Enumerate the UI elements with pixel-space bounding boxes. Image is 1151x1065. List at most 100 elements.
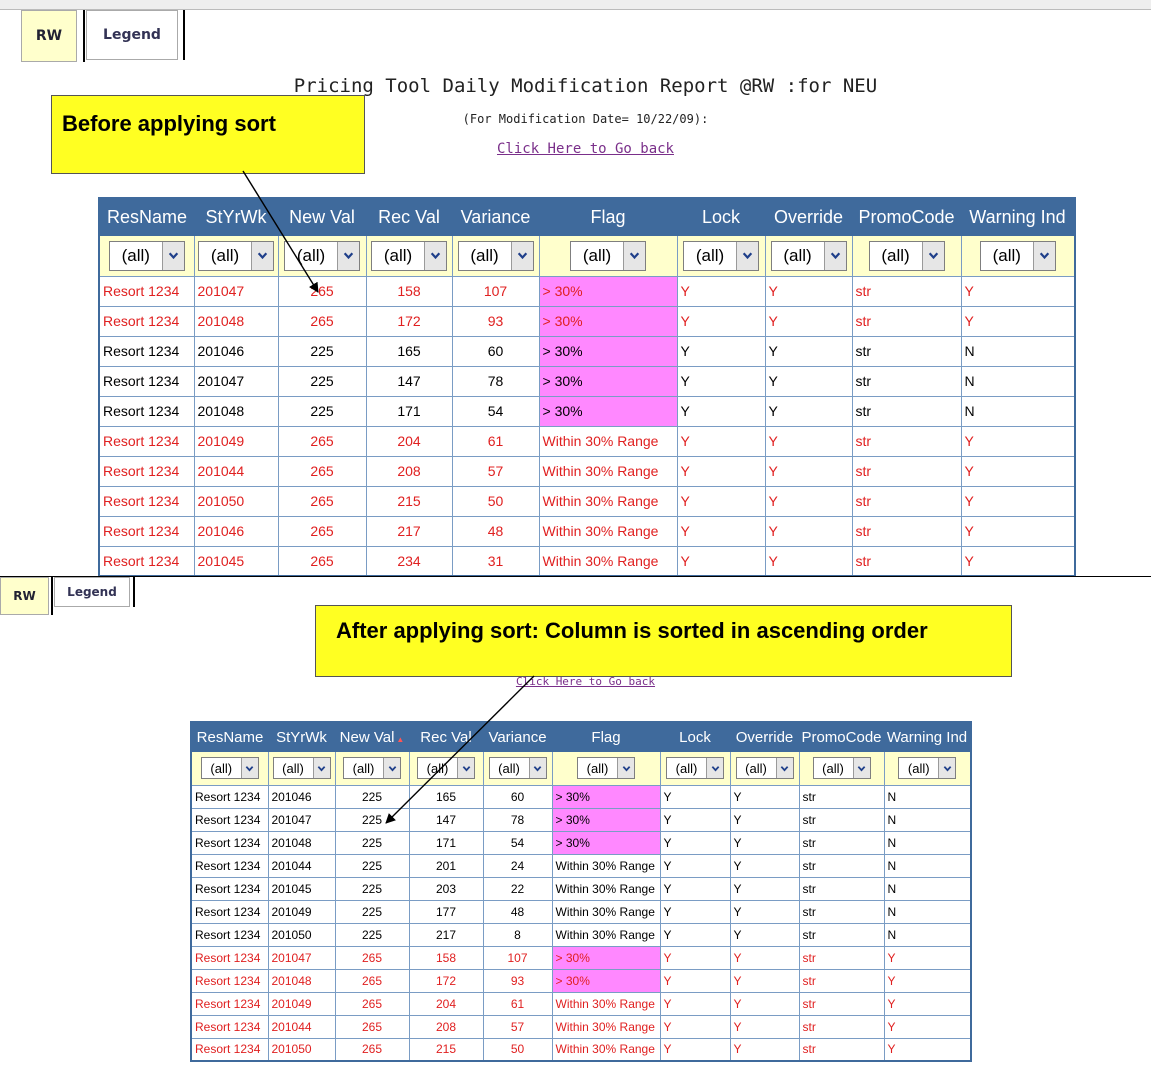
chevron-down-icon[interactable] bbox=[938, 758, 956, 779]
cell-lock: Y bbox=[659, 991, 731, 1016]
filter-select-resname[interactable]: (all) bbox=[108, 240, 185, 271]
cell-override: Y bbox=[729, 807, 800, 832]
column-header-flag[interactable]: Flag bbox=[552, 722, 660, 752]
table-row: Resort 1234 201049 225 177 48 Within 30% Rang… bbox=[190, 899, 972, 924]
chevron-down-icon[interactable] bbox=[240, 758, 258, 779]
chevron-down-icon[interactable] bbox=[312, 758, 330, 779]
cell-variance: 24 bbox=[482, 853, 553, 878]
filter-select-lock[interactable]: (all) bbox=[683, 240, 759, 271]
filter-cell: (all) bbox=[277, 236, 366, 276]
filter-value: (all) bbox=[296, 245, 326, 265]
chevron-down-icon[interactable] bbox=[775, 758, 793, 779]
column-header-lock[interactable]: Lock bbox=[677, 198, 765, 236]
table-row: Resort 1234 201049 265 204 61 Within 30% Rang… bbox=[98, 425, 1076, 457]
cell-override: Y bbox=[729, 784, 800, 809]
cell-rec-val: 165 bbox=[365, 335, 453, 367]
column-header-promocode[interactable]: PromoCode bbox=[852, 198, 961, 236]
cell-variance: 93 bbox=[451, 305, 540, 337]
cell-promocode: str bbox=[798, 991, 885, 1016]
cell-styrwk: 201048 bbox=[267, 968, 336, 993]
column-header-styrwk[interactable]: StYrWk bbox=[268, 722, 335, 752]
filter-select-warning-ind[interactable]: (all) bbox=[979, 240, 1056, 271]
column-header-flag[interactable]: Flag bbox=[539, 198, 677, 236]
cell-flag: Within 30% Range bbox=[551, 899, 661, 924]
chevron-down-icon[interactable] bbox=[528, 758, 546, 779]
filter-select-override[interactable]: (all) bbox=[735, 757, 794, 780]
filter-select-rec-val[interactable]: (all) bbox=[417, 757, 475, 780]
filter-select-override[interactable]: (all) bbox=[770, 240, 847, 271]
filter-value: (all) bbox=[745, 760, 767, 776]
filter-cell: (all) bbox=[267, 752, 335, 785]
filter-select-new-val[interactable]: (all) bbox=[343, 757, 401, 780]
cell-resname: Resort 1234 bbox=[190, 807, 269, 832]
column-header-variance[interactable]: Variance bbox=[483, 722, 552, 752]
chevron-down-icon[interactable] bbox=[510, 241, 533, 270]
column-header-new-val[interactable]: New Val bbox=[278, 198, 366, 236]
column-header-variance[interactable]: Variance bbox=[452, 198, 539, 236]
column-header-warning-ind[interactable]: Warning Ind bbox=[961, 198, 1075, 236]
cell-lock: Y bbox=[676, 365, 766, 397]
filter-select-styrwk[interactable]: (all) bbox=[198, 240, 274, 271]
filter-select-new-val[interactable]: (all) bbox=[284, 240, 360, 271]
column-header-rec-val[interactable]: Rec Val bbox=[366, 198, 452, 236]
tab-rw[interactable]: RW bbox=[21, 10, 77, 62]
cell-new-val: 225 bbox=[277, 395, 367, 427]
chevron-down-icon[interactable] bbox=[457, 758, 474, 779]
chevron-down-icon[interactable] bbox=[1032, 241, 1055, 270]
filter-select-resname[interactable]: (all) bbox=[200, 757, 259, 780]
column-header-promocode[interactable]: PromoCode bbox=[799, 722, 884, 752]
chevron-down-icon[interactable] bbox=[424, 241, 446, 270]
column-header-lock[interactable]: Lock bbox=[660, 722, 730, 752]
chevron-down-icon[interactable] bbox=[161, 241, 184, 270]
cell-variance: 50 bbox=[451, 485, 540, 517]
column-header-override[interactable]: Override bbox=[765, 198, 852, 236]
cell-variance: 50 bbox=[482, 1037, 553, 1062]
cell-warning-ind: Y bbox=[960, 275, 1076, 307]
cell-new-val: 225 bbox=[334, 784, 410, 809]
table-row: Resort 1234 201046 225 165 60 > 30% Y Ystr N bbox=[190, 784, 972, 809]
column-header-new-val[interactable]: New Val ▲ bbox=[335, 722, 409, 752]
column-header-styrwk[interactable]: StYrWk bbox=[194, 198, 278, 236]
column-header-resname[interactable]: ResName bbox=[191, 722, 268, 752]
cell-override: Y bbox=[729, 991, 800, 1016]
filter-select-warning-ind[interactable]: (all) bbox=[898, 757, 957, 780]
chevron-down-icon[interactable] bbox=[383, 758, 400, 779]
filter-select-flag[interactable]: (all) bbox=[570, 240, 646, 271]
chevron-down-icon[interactable] bbox=[337, 241, 359, 270]
column-header-label: Flag bbox=[590, 207, 626, 227]
cell-override: Y bbox=[764, 275, 853, 307]
tab-legend[interactable]: Legend bbox=[54, 577, 130, 607]
column-header-rec-val[interactable]: Rec Val bbox=[409, 722, 483, 752]
chevron-down-icon[interactable] bbox=[251, 241, 273, 270]
chevron-down-icon[interactable] bbox=[736, 241, 758, 270]
filter-cell: (all) bbox=[676, 236, 765, 276]
cell-rec-val: 204 bbox=[365, 425, 453, 457]
tab-legend[interactable]: Legend bbox=[86, 10, 178, 60]
filter-select-variance[interactable]: (all) bbox=[457, 240, 534, 271]
column-header-warning-ind[interactable]: Warning Ind bbox=[884, 722, 971, 752]
cell-styrwk: 201046 bbox=[267, 784, 336, 809]
column-header-override[interactable]: Override bbox=[730, 722, 799, 752]
chevron-down-icon[interactable] bbox=[852, 758, 870, 779]
filter-select-promocode[interactable]: (all) bbox=[812, 757, 871, 780]
chevron-down-icon[interactable] bbox=[706, 758, 723, 779]
chevron-down-icon[interactable] bbox=[921, 241, 944, 270]
table-row: Resort 1234 201044 225 201 24 Within 30% Rang… bbox=[190, 853, 972, 878]
tab-rw[interactable]: RW bbox=[0, 577, 49, 615]
column-header-resname[interactable]: ResName bbox=[99, 198, 194, 236]
filter-select-promocode[interactable]: (all) bbox=[868, 240, 945, 271]
column-header-label: New Val bbox=[339, 729, 395, 746]
filter-select-flag[interactable]: (all) bbox=[577, 757, 635, 780]
chevron-down-icon[interactable] bbox=[617, 758, 634, 779]
cell-promocode: str bbox=[798, 784, 885, 809]
filter-select-styrwk[interactable]: (all) bbox=[272, 757, 331, 780]
filter-select-lock[interactable]: (all) bbox=[666, 757, 724, 780]
filter-select-variance[interactable]: (all) bbox=[488, 757, 547, 780]
filter-select-rec-val[interactable]: (all) bbox=[371, 240, 447, 271]
cell-warning-ind: N bbox=[883, 784, 972, 809]
chevron-down-icon[interactable] bbox=[623, 241, 645, 270]
cell-rec-val: 215 bbox=[408, 1037, 484, 1062]
cell-flag: Within 30% Range bbox=[551, 922, 661, 947]
cell-warning-ind: Y bbox=[960, 305, 1076, 337]
chevron-down-icon[interactable] bbox=[823, 241, 846, 270]
